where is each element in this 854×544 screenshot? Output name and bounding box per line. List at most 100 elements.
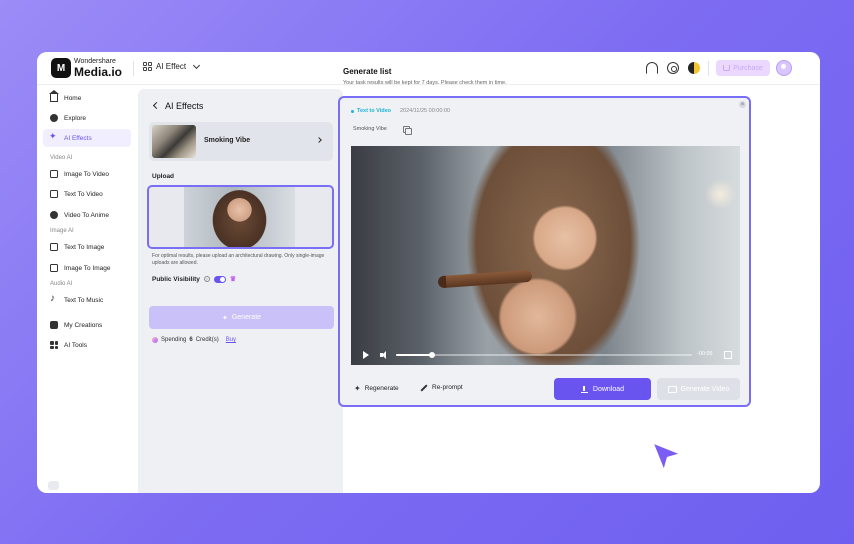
anime-icon — [50, 211, 58, 219]
ai-effect-menu-label: AI Effect — [156, 62, 187, 71]
chevron-down-icon — [193, 61, 201, 69]
spending-suffix: Credit(s) — [195, 337, 219, 343]
back-arrow-icon[interactable] — [152, 101, 161, 110]
info-icon[interactable]: ? — [203, 276, 210, 282]
task-type-tag: Text to Video — [351, 108, 391, 114]
task-type-label: Text to Video — [357, 108, 392, 114]
sidebar-item-text-to-image[interactable]: Text To Image — [43, 238, 131, 256]
sidebar-item-label: Text To Music — [64, 296, 104, 304]
compass-icon — [50, 114, 58, 122]
sidebar-item-label: AI Tools — [64, 341, 88, 349]
header-divider — [133, 61, 134, 76]
image-icon — [50, 170, 58, 178]
close-icon[interactable]: × — [739, 101, 746, 108]
sidebar-item-image-to-video[interactable]: Image To Video — [43, 165, 131, 183]
public-visibility-toggle[interactable] — [213, 275, 226, 283]
cart-icon — [723, 65, 731, 71]
sidebar-item-text-to-video[interactable]: Text To Video — [43, 185, 131, 203]
regenerate-button[interactable]: ✦ Regenerate — [354, 384, 399, 393]
reprompt-label: Re-prompt — [432, 384, 463, 391]
headset-icon[interactable] — [646, 62, 658, 74]
home-icon — [49, 90, 59, 102]
generate-label: Generate — [231, 314, 262, 321]
box-icon — [50, 321, 58, 329]
purchase-button[interactable]: Purchase — [716, 60, 770, 76]
spending-info: Spending 6 Credit(s) Buy — [152, 337, 236, 343]
sparkle-icon: ✦ — [221, 314, 228, 322]
sidebar-item-label: Text To Video — [64, 190, 103, 198]
image-icon — [50, 243, 58, 251]
generate-video-button[interactable]: Generate Video — [657, 378, 740, 400]
logo-product: Media.io — [74, 65, 123, 79]
effects-panel: AI Effects Smoking Vibe Upload For optim… — [138, 89, 343, 493]
public-visibility-row: Public Visibility ? ♛ — [152, 275, 236, 283]
sidebar-item-explore[interactable]: Explore — [43, 109, 131, 127]
sidebar-item-label: Image To Video — [64, 170, 109, 178]
sparkle-icon — [49, 131, 58, 142]
video-progress-fill — [396, 354, 432, 356]
image-icon — [50, 264, 58, 272]
group-image-ai: Image AI — [50, 228, 74, 234]
sidebar-item-label: My Creations — [64, 321, 103, 329]
volume-icon[interactable] — [380, 351, 388, 359]
video-progress-knob[interactable] — [428, 352, 435, 358]
group-video-ai: Video AI — [50, 155, 73, 161]
download-button[interactable]: Download — [554, 378, 651, 400]
sidebar-item-label: Video To Anime — [64, 211, 109, 219]
pointer-cursor-icon — [650, 440, 684, 474]
avatar[interactable] — [776, 60, 792, 76]
sidebar-item-ai-effects[interactable]: AI Effects — [43, 129, 131, 147]
header-divider — [708, 61, 709, 76]
crown-icon: ♛ — [229, 276, 237, 283]
sidebar: Home Explore AI Effects Video AI Image T… — [37, 85, 138, 493]
upload-dropzone[interactable] — [147, 185, 334, 249]
task-card: × Text to Video 2024/11/25 00:00:00 Smok… — [338, 96, 751, 407]
copy-icon[interactable] — [403, 126, 412, 135]
group-audio-ai: Audio AI — [50, 281, 73, 287]
gear-icon[interactable] — [667, 62, 679, 74]
sidebar-item-my-creations[interactable]: My Creations — [43, 316, 131, 334]
effect-thumbnail — [152, 125, 196, 158]
task-effect-name: Smoking Vibe — [353, 126, 387, 132]
theme-icon[interactable] — [688, 62, 700, 74]
credit-icon — [152, 337, 158, 343]
generate-button[interactable]: ✦ Generate — [149, 306, 334, 329]
upload-label: Upload — [152, 173, 175, 180]
video-progress-track[interactable] — [396, 352, 692, 358]
video-player[interactable]: -00:05 — [351, 146, 740, 365]
spending-amount: 6 — [189, 337, 193, 343]
fullscreen-icon[interactable] — [724, 351, 732, 359]
generate-list-title: Generate list — [343, 67, 392, 76]
music-note-icon — [50, 293, 58, 304]
sidebar-item-home[interactable]: Home — [43, 89, 131, 107]
robot-icon[interactable] — [48, 481, 59, 490]
magic-wand-icon — [420, 383, 428, 392]
video-frame-detail — [437, 269, 533, 289]
purchase-label: Purchase — [733, 64, 763, 72]
sidebar-item-ai-tools[interactable]: AI Tools — [43, 336, 131, 354]
generate-video-label: Generate Video — [680, 385, 730, 393]
logo-icon: M — [51, 58, 71, 78]
sidebar-item-text-to-music[interactable]: Text To Music — [43, 291, 131, 309]
spending-prefix: Spending — [161, 337, 187, 343]
effect-name: Smoking Vibe — [204, 137, 251, 144]
video-time: -00:05 — [697, 351, 713, 357]
buy-link[interactable]: Buy — [226, 337, 236, 343]
text-icon — [50, 190, 58, 198]
task-timestamp: 2024/11/25 00:00:00 — [400, 108, 451, 114]
download-icon — [580, 385, 588, 393]
sidebar-item-video-to-anime[interactable]: Video To Anime — [43, 206, 131, 224]
public-visibility-label: Public Visibility — [152, 275, 200, 283]
video-icon — [667, 385, 677, 393]
sidebar-item-label: Explore — [64, 114, 87, 122]
play-icon[interactable] — [363, 351, 369, 359]
sidebar-item-label: Image To Image — [64, 264, 111, 272]
effect-selector[interactable]: Smoking Vibe — [149, 122, 333, 161]
sidebar-item-label: AI Effects — [64, 134, 92, 142]
ai-effect-menu[interactable]: AI Effect — [143, 61, 201, 71]
download-label: Download — [592, 385, 625, 393]
reprompt-button[interactable]: Re-prompt — [420, 383, 463, 392]
uploaded-image — [184, 187, 295, 247]
sidebar-item-label: Home — [64, 94, 82, 102]
sidebar-item-image-to-image[interactable]: Image To Image — [43, 259, 131, 277]
